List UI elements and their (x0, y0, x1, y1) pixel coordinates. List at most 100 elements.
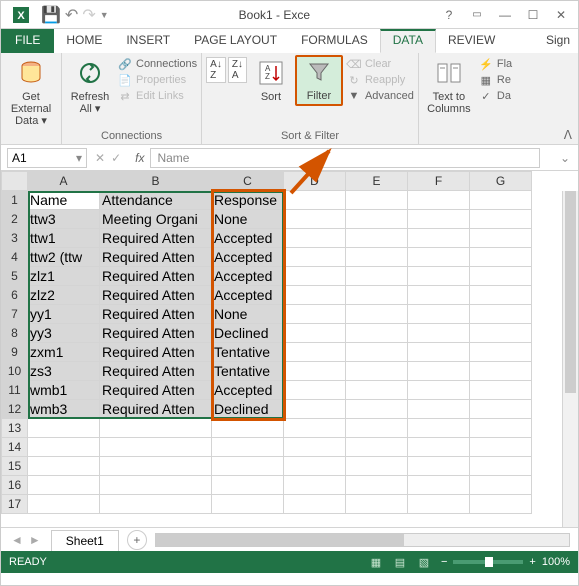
name-box[interactable]: A1 ▾ (7, 148, 87, 168)
cell[interactable] (284, 210, 346, 229)
cell[interactable] (284, 191, 346, 210)
cell[interactable]: Accepted (212, 286, 284, 305)
cell[interactable] (408, 381, 470, 400)
cell[interactable] (284, 495, 346, 514)
collapse-ribbon-button[interactable]: ᐱ (564, 128, 572, 142)
cell[interactable] (470, 229, 532, 248)
cell[interactable]: Meeting Organi (100, 210, 212, 229)
vscroll-thumb[interactable] (565, 191, 576, 393)
cell[interactable] (470, 191, 532, 210)
col-header-f[interactable]: F (408, 172, 470, 191)
cell[interactable] (470, 476, 532, 495)
cell[interactable] (346, 362, 408, 381)
cell[interactable] (28, 495, 100, 514)
vertical-scrollbar[interactable] (562, 191, 578, 527)
cell[interactable] (284, 457, 346, 476)
cell[interactable] (346, 495, 408, 514)
cell[interactable] (470, 248, 532, 267)
cell[interactable] (470, 495, 532, 514)
qat-redo-icon[interactable]: ↷ (82, 5, 95, 25)
cell[interactable] (470, 210, 532, 229)
cell[interactable] (284, 267, 346, 286)
row-header[interactable]: 17 (2, 495, 28, 514)
row-header[interactable]: 12 (2, 400, 28, 419)
cell[interactable]: Accepted (212, 229, 284, 248)
horizontal-scrollbar[interactable] (155, 533, 570, 547)
cell[interactable] (408, 267, 470, 286)
cell[interactable] (470, 343, 532, 362)
cell[interactable] (470, 362, 532, 381)
cell[interactable] (100, 495, 212, 514)
text-to-columns-button[interactable]: Text to Columns (423, 55, 475, 117)
cell[interactable] (346, 286, 408, 305)
filter-button[interactable]: Filter (295, 55, 343, 106)
cell[interactable]: Accepted (212, 267, 284, 286)
cell[interactable] (28, 476, 100, 495)
cell[interactable] (346, 267, 408, 286)
advanced-button[interactable]: ▼Advanced (347, 89, 414, 103)
cell[interactable] (408, 400, 470, 419)
expand-formula-icon[interactable]: ⌄ (556, 151, 574, 165)
view-pagebreak-button[interactable]: ▧ (413, 554, 435, 570)
cell[interactable] (346, 324, 408, 343)
row-header[interactable]: 3 (2, 229, 28, 248)
cell[interactable]: Tentative (212, 362, 284, 381)
cell[interactable]: Required Atten (100, 362, 212, 381)
sheet-nav-next-icon[interactable]: ► (29, 533, 41, 547)
row-header[interactable]: 5 (2, 267, 28, 286)
col-header-d[interactable]: D (284, 172, 346, 191)
zoom-thumb[interactable] (485, 557, 493, 567)
help-button[interactable]: ? (436, 5, 462, 25)
cell[interactable] (408, 438, 470, 457)
cell[interactable]: zs3 (28, 362, 100, 381)
cell[interactable] (408, 495, 470, 514)
cell[interactable] (408, 362, 470, 381)
cell[interactable]: zlz2 (28, 286, 100, 305)
cell[interactable] (408, 476, 470, 495)
remove-dupes-button[interactable]: ▦Re (479, 73, 512, 87)
cell[interactable]: ttw1 (28, 229, 100, 248)
cell[interactable]: Required Atten (100, 305, 212, 324)
cell[interactable] (284, 305, 346, 324)
qat-save-icon[interactable]: 💾 (41, 5, 61, 25)
cell[interactable]: Required Atten (100, 400, 212, 419)
cell[interactable] (212, 457, 284, 476)
cell[interactable] (408, 210, 470, 229)
cell[interactable] (470, 419, 532, 438)
hscroll-thumb[interactable] (156, 534, 404, 546)
minimize-button[interactable]: — (492, 5, 518, 25)
cell[interactable] (346, 343, 408, 362)
cell[interactable]: Declined (212, 400, 284, 419)
cell[interactable] (284, 381, 346, 400)
close-button[interactable]: ✕ (548, 5, 574, 25)
edit-links-button[interactable]: ⇄Edit Links (118, 89, 197, 103)
cell[interactable] (284, 324, 346, 343)
sort-az-button[interactable]: A↓Z (206, 57, 226, 83)
cell[interactable] (346, 381, 408, 400)
enter-formula-icon[interactable]: ✓ (111, 151, 121, 165)
cancel-formula-icon[interactable]: ✕ (95, 151, 105, 165)
cell[interactable]: Required Atten (100, 248, 212, 267)
qat-dropdown-icon[interactable]: ▼ (100, 10, 109, 20)
cell[interactable] (284, 248, 346, 267)
cell[interactable] (470, 438, 532, 457)
cell[interactable] (284, 476, 346, 495)
col-header-g[interactable]: G (470, 172, 532, 191)
cell[interactable] (470, 286, 532, 305)
cell[interactable]: ttw3 (28, 210, 100, 229)
cell[interactable]: Attendance (100, 191, 212, 210)
tab-review[interactable]: REVIEW (436, 29, 507, 53)
cell[interactable]: None (212, 210, 284, 229)
row-header[interactable]: 2 (2, 210, 28, 229)
formula-input[interactable]: Name (150, 148, 539, 168)
properties-button[interactable]: 📄Properties (118, 73, 197, 87)
cell[interactable]: None (212, 305, 284, 324)
cell[interactable]: Required Atten (100, 324, 212, 343)
cell[interactable]: Declined (212, 324, 284, 343)
cell[interactable] (408, 248, 470, 267)
cell[interactable] (408, 343, 470, 362)
flash-fill-button[interactable]: ⚡Fla (479, 57, 512, 71)
cell[interactable] (212, 419, 284, 438)
cell[interactable]: Name (28, 191, 100, 210)
cell[interactable] (284, 229, 346, 248)
